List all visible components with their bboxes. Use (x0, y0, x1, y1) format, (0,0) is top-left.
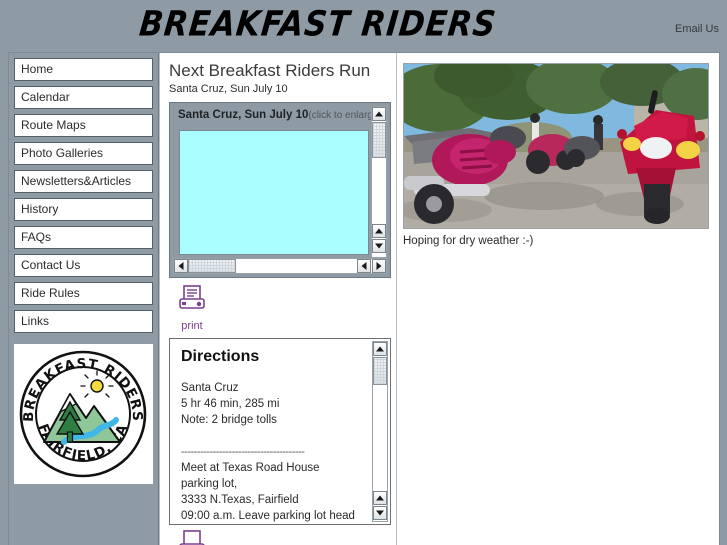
club-logo-svg: BREAKFAST RIDERS FAIRFIELD, CA (14, 344, 153, 484)
directions-line-blank (181, 428, 364, 444)
run-title: Next Breakfast Riders Run (169, 61, 371, 80)
site-header: BREAKFAST RIDERS Email Us (0, 0, 727, 52)
email-us-link[interactable]: Email Us (675, 23, 719, 35)
sidebar-item-links[interactable]: Links (14, 310, 153, 333)
sidebar-item-contact-us[interactable]: Contact Us (14, 254, 153, 277)
map-caption-text: Santa Cruz, Sun July 10 (178, 109, 309, 121)
page-title: BREAKFAST RIDERS (137, 4, 499, 45)
sidebar-item-ride-rules[interactable]: Ride Rules (14, 282, 153, 305)
print-button-secondary[interactable] (169, 530, 215, 545)
map-scroll-left-button-2[interactable] (357, 259, 371, 273)
sidebar-item-photo-galleries[interactable]: Photo Galleries (14, 142, 153, 165)
print-button[interactable]: print (169, 285, 215, 332)
sidebar-item-route-maps[interactable]: Route Maps (14, 114, 153, 137)
photo-caption: Hoping for dry weather :-) (403, 235, 534, 247)
ride-photo[interactable] (403, 63, 709, 229)
map-caption: Santa Cruz, Sun July 10(click to enlarge (178, 109, 378, 121)
map-scroll-up-button-2[interactable] (372, 224, 386, 238)
map-widget[interactable]: Santa Cruz, Sun July 10(click to enlarge (169, 102, 391, 278)
directions-separator: --------------------------------------- (181, 446, 305, 458)
map-scroll-up-button[interactable] (372, 107, 386, 121)
sidebar-item-newsletters-articles[interactable]: Newsletters&Articles (14, 170, 153, 193)
directions-line: parking lot, (181, 478, 238, 490)
directions-content: Directions Santa Cruz 5 hr 46 min, 285 m… (170, 339, 390, 524)
map-viewport[interactable] (179, 130, 369, 255)
directions-line: Santa Cruz (181, 382, 239, 394)
map-horizontal-scroll-thumb[interactable] (188, 259, 236, 273)
directions-panel[interactable]: Directions Santa Cruz 5 hr 46 min, 285 m… (169, 338, 391, 525)
directions-scroll-up-button[interactable] (373, 342, 387, 356)
club-logo: BREAKFAST RIDERS FAIRFIELD, CA (14, 344, 153, 484)
map-horizontal-scrollbar[interactable] (173, 258, 387, 274)
sidebar: Home Calendar Route Maps Photo Galleries… (9, 53, 159, 545)
ride-photo-image (404, 64, 708, 228)
directions-scroll-thumb[interactable] (373, 357, 387, 385)
map-vertical-scroll-thumb[interactable] (372, 122, 386, 158)
directions-title: Directions (181, 348, 260, 365)
directions-line: 09:00 a.m. Leave parking lot head (181, 510, 355, 522)
page-root: BREAKFAST RIDERS Email Us Home Calendar … (0, 0, 727, 545)
directions-scroll-up-button-2[interactable] (373, 491, 387, 505)
map-scroll-left-button[interactable] (174, 259, 188, 273)
print-label: print (181, 320, 203, 332)
directions-scroll-down-button[interactable] (373, 506, 387, 520)
sidebar-item-calendar[interactable]: Calendar (14, 86, 153, 109)
printer-icon (179, 285, 205, 309)
directions-line: 3333 N.Texas, Fairfield (181, 494, 299, 506)
map-scroll-down-button[interactable] (372, 239, 386, 253)
map-scroll-right-button[interactable] (372, 259, 386, 273)
directions-vertical-scrollbar[interactable] (372, 341, 388, 522)
content-area: Home Calendar Route Maps Photo Galleries… (8, 52, 720, 545)
sidebar-item-history[interactable]: History (14, 198, 153, 221)
right-column: Hoping for dry weather :-) (397, 53, 719, 545)
printer-icon-secondary (179, 530, 205, 545)
sidebar-item-home[interactable]: Home (14, 58, 153, 81)
main-column: Next Breakfast Riders Run Santa Cruz, Su… (160, 53, 396, 545)
directions-line: Meet at Texas Road House (181, 462, 320, 474)
map-caption-hint: (click to enlarge (308, 110, 379, 121)
directions-line: 5 hr 46 min, 285 mi (181, 398, 280, 410)
map-vertical-scrollbar[interactable] (371, 106, 387, 258)
sidebar-item-faqs[interactable]: FAQs (14, 226, 153, 249)
directions-line: Note: 2 bridge tolls (181, 414, 277, 426)
run-subtitle: Santa Cruz, Sun July 10 (169, 83, 288, 95)
